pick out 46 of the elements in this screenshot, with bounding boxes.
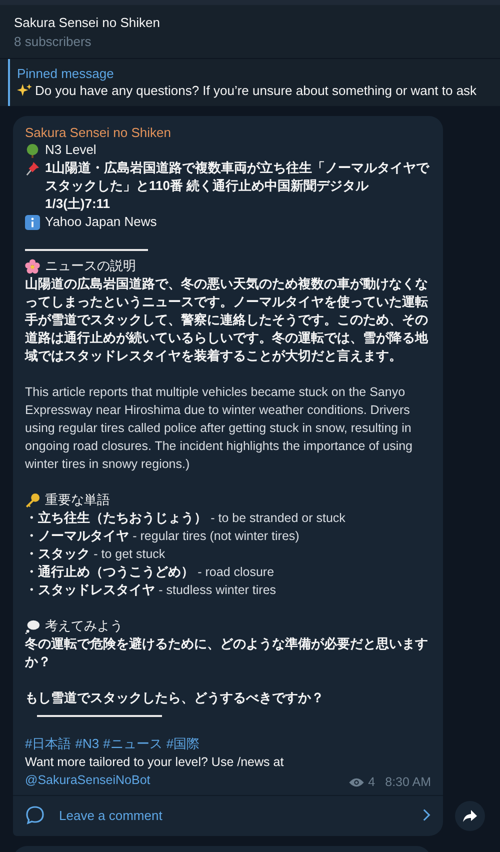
vocabulary-meaning: - studless winter tires (158, 583, 276, 597)
explanation-paragraph: 山陽道の広島岩国道路で、冬の悪い天気のため複数の車が動けなくなってしまったというニュースです。ノーマルタイヤを使っていた運転手が雪道でスタックして、警察に連絡したそうです。このため、その道路は通行止めが続いているらしいです。冬の運転では、雪が降る地域ではスタッドレスタイヤを装着することが大切だと言えます。 (25, 275, 430, 365)
sparkles-icon (17, 83, 32, 98)
vocabulary-term: ・スタッドレスタイヤ (25, 582, 155, 597)
vocabulary-term: ・通行止め（つうこうどめ） (25, 564, 194, 579)
channel-title: Sakura Sensei no Shiken (14, 14, 161, 32)
vocabulary-meaning: - road closure (198, 565, 274, 579)
share-icon (462, 808, 478, 824)
level-label: N3 Level (45, 141, 96, 159)
hashtag-link[interactable]: #ニュース (103, 735, 162, 753)
subscriber-count: 8 subscribers (14, 33, 92, 51)
chevron-right-icon (422, 808, 431, 822)
leave-comment-button[interactable]: Leave a comment (13, 795, 443, 836)
hashtag-link[interactable]: #N3 (75, 735, 100, 753)
key-icon (25, 492, 40, 508)
vocabulary-term: ・スタック (25, 546, 90, 561)
pushpin-icon (25, 161, 40, 176)
vocabulary-meaning: - regular tires (not winter tires) (132, 529, 300, 543)
message-time: 8:30 AM (385, 775, 431, 789)
view-count: 4 (368, 775, 376, 789)
share-button[interactable] (455, 801, 485, 831)
translation-paragraph: This article reports that multiple vehicles became stuck on the Sanyo Expressway near Hiroshima due to winter weather conditions. Drivers using regular tires called police after getting stuck in snow, resulting in ongoing road closures. The incident highlights the importance of using winter tires in snowy regions.) (25, 384, 414, 473)
vocabulary-meaning: - to be stranded or stuck (210, 511, 346, 525)
promo-text: Want more tailored to your level? Use /news at @SakuraSenseiNoBot (25, 754, 285, 789)
section-heading: 考えてみよう (45, 617, 123, 635)
question-text: 冬の運転で危険を避けるために、どのような準備が必要だと思いますか？ (25, 635, 429, 671)
thought-bubble-icon (25, 618, 40, 634)
section-heading: ニュースの説明 (45, 257, 136, 275)
author-name: Sakura Sensei no Shiken (25, 124, 172, 141)
vocabulary-term: ・立ち往生（たちおうじょう） (25, 510, 207, 525)
comment-icon (25, 805, 45, 825)
bot-link[interactable]: @SakuraSenseiNoBot (25, 773, 150, 787)
info-icon (25, 214, 40, 230)
question-text: もし雪道でスタックしたら、どうするべきですか？ (25, 689, 325, 707)
pinned-text: Do you have any questions? If you’re unsure about something or want to ask (35, 82, 477, 99)
pinned-label: Pinned message (17, 65, 115, 82)
vocabulary-meaning: - to get stuck (94, 547, 166, 561)
hashtag-link[interactable]: #国際 (166, 735, 200, 753)
tree-icon (25, 142, 40, 158)
flower-icon (25, 258, 40, 274)
hashtag-link[interactable]: #日本語 (25, 735, 72, 753)
vocabulary-term: ・ノーマルタイヤ (25, 528, 129, 543)
news-source: Yahoo Japan News (45, 213, 157, 231)
headline: 1山陽道・広島岩国道路で複数車両が立ち往生「ノーマルタイヤでスタックした」と110番 続く通行止め中国新聞デジタル1/3(土)7:11 (45, 159, 430, 213)
eye-icon (349, 776, 364, 788)
section-heading: 重要な単語 (45, 491, 110, 509)
